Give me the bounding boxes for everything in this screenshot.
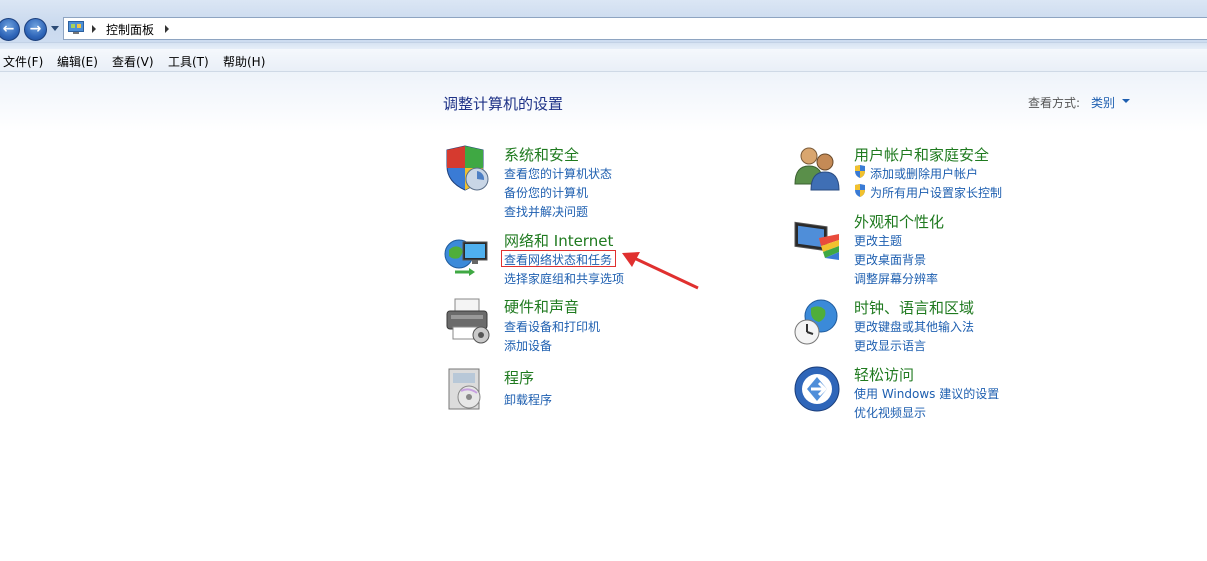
link-troubleshoot[interactable]: 查找并解决问题: [504, 203, 588, 220]
category-network-internet[interactable]: 网络和 Internet: [504, 230, 613, 251]
forward-arrow-icon[interactable]: →: [24, 18, 47, 41]
printer-icon[interactable]: [443, 297, 491, 345]
link-change-display-language[interactable]: 更改显示语言: [854, 337, 926, 354]
link-change-desktop-background[interactable]: 更改桌面背景: [854, 251, 926, 268]
address-bar[interactable]: 控制面板: [63, 17, 1207, 40]
view-by-dropdown[interactable]: 类别: [1091, 94, 1115, 111]
breadcrumb-separator-icon[interactable]: [92, 25, 96, 33]
annotation-arrow-icon: [622, 252, 699, 290]
link-add-device[interactable]: 添加设备: [504, 337, 552, 354]
link-devices-printers[interactable]: 查看设备和打印机: [504, 318, 600, 335]
navigation-bar: ← → 控制面板: [0, 0, 1207, 42]
category-programs[interactable]: 程序: [504, 367, 534, 388]
category-ease-of-access[interactable]: 轻松访问: [854, 364, 914, 385]
uac-shield-icon: [855, 184, 865, 197]
category-appearance[interactable]: 外观和个性化: [854, 211, 944, 232]
clock-globe-icon[interactable]: [793, 298, 841, 346]
menu-bar: 文件(F) 编辑(E) 查看(V) 工具(T) 帮助(H): [0, 49, 1207, 72]
link-optimize-visual-display[interactable]: 优化视频显示: [854, 404, 926, 421]
view-by-label: 查看方式:: [1028, 96, 1081, 110]
category-clock-language-region[interactable]: 时钟、语言和区域: [854, 297, 974, 318]
menu-view[interactable]: 查看(V): [112, 53, 154, 70]
link-change-input-methods[interactable]: 更改键盘或其他输入法: [854, 318, 974, 335]
programs-icon[interactable]: [443, 365, 491, 413]
menu-tools[interactable]: 工具(T): [168, 53, 209, 70]
users-icon[interactable]: [793, 144, 841, 192]
menu-help[interactable]: 帮助(H): [223, 53, 265, 70]
breadcrumb-control-panel[interactable]: 控制面板: [106, 21, 154, 38]
link-parental-controls[interactable]: 为所有用户设置家长控制: [870, 184, 1002, 201]
category-system-security[interactable]: 系统和安全: [504, 144, 579, 165]
annotation-highlight-box: [501, 250, 616, 267]
menu-edit[interactable]: 编辑(E): [57, 53, 98, 70]
shield-icon[interactable]: [443, 144, 491, 192]
link-recommended-settings[interactable]: 使用 Windows 建议的设置: [854, 385, 999, 402]
category-hardware-sound[interactable]: 硬件和声音: [504, 296, 579, 317]
content-header-gradient: [0, 72, 1207, 132]
link-view-computer-status[interactable]: 查看您的计算机状态: [504, 165, 612, 182]
appearance-monitor-icon[interactable]: [793, 216, 841, 264]
link-adjust-resolution[interactable]: 调整屏幕分辨率: [854, 270, 938, 287]
network-globe-icon[interactable]: [443, 232, 491, 280]
uac-shield-icon: [855, 165, 865, 178]
menu-file[interactable]: 文件(F): [3, 53, 43, 70]
link-change-theme[interactable]: 更改主题: [854, 232, 902, 249]
view-by-dropdown-arrow-icon[interactable]: [1122, 99, 1130, 103]
link-add-remove-users[interactable]: 添加或删除用户帐户: [870, 165, 978, 182]
back-arrow-icon[interactable]: ←: [0, 18, 20, 41]
link-uninstall-program[interactable]: 卸载程序: [504, 391, 552, 408]
link-backup-computer[interactable]: 备份您的计算机: [504, 184, 588, 201]
ease-of-access-icon[interactable]: [793, 365, 841, 413]
link-homegroup-sharing[interactable]: 选择家庭组和共享选项: [504, 270, 624, 287]
control-panel-icon: [68, 21, 84, 34]
breadcrumb-expand-icon[interactable]: [165, 25, 169, 33]
category-user-accounts[interactable]: 用户帐户和家庭安全: [854, 144, 989, 165]
recent-pages-dropdown-icon[interactable]: [51, 26, 59, 31]
page-title: 调整计算机的设置: [443, 95, 564, 113]
